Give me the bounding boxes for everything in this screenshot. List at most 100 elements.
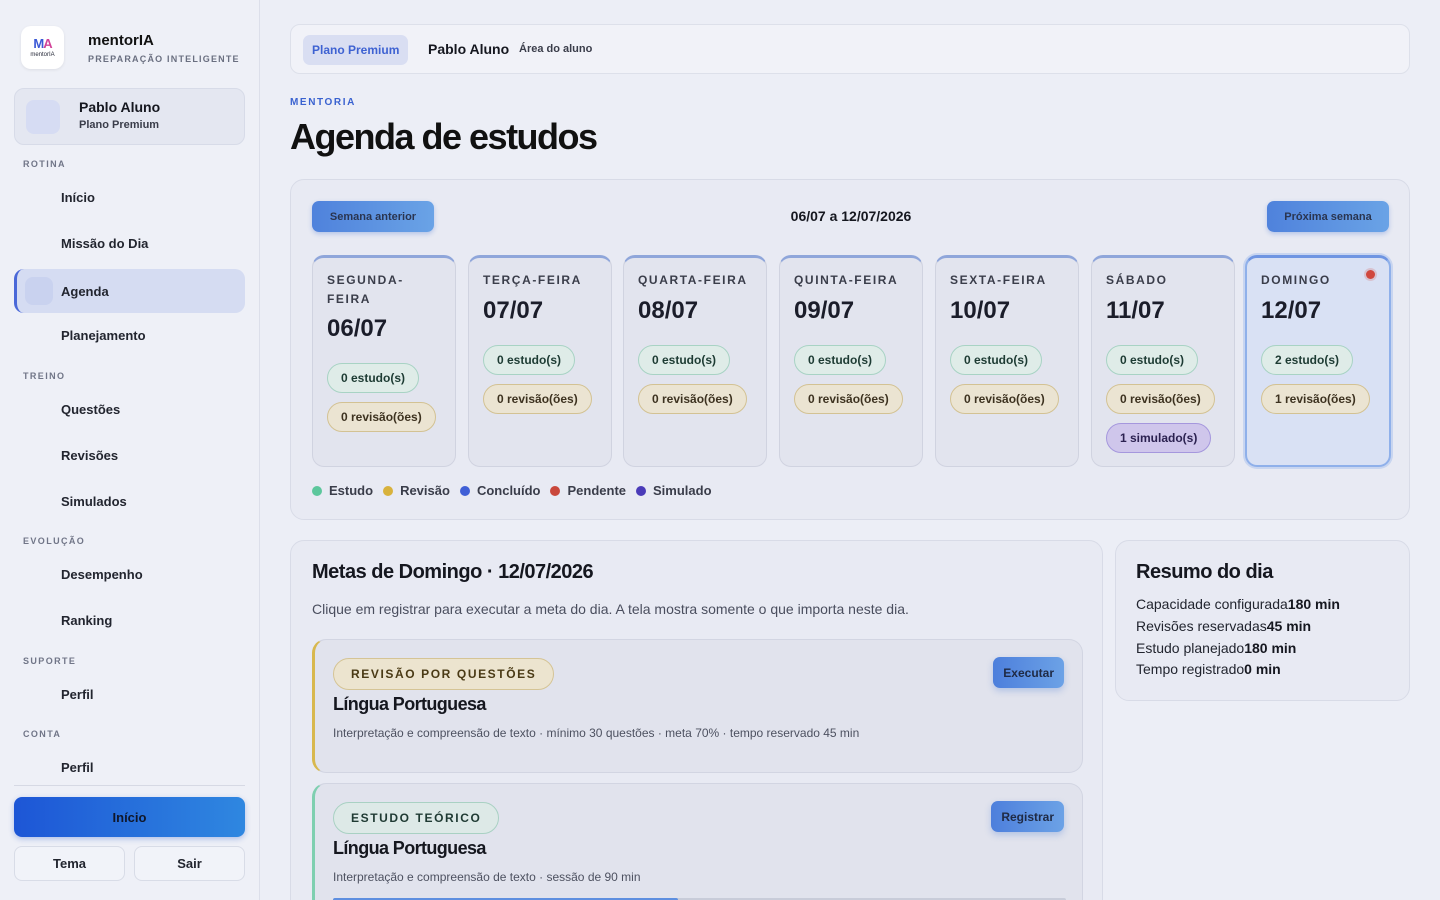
sidebar-item-perfil-conta[interactable]: Perfil <box>14 745 245 789</box>
sidebar-item-ranking[interactable]: Ranking <box>14 598 245 642</box>
review-count-badge: 1 revisão(ões) <box>1261 384 1370 414</box>
legend-item-estudo: Estudo <box>312 483 373 498</box>
simulado-count-badge: 1 simulado(s) <box>1106 423 1212 453</box>
theme-button[interactable]: Tema <box>14 846 125 881</box>
topbar-area-label: Área do aluno <box>519 43 593 55</box>
goal-detail: Interpretação e compreensão de texto · s… <box>333 870 641 884</box>
section-label-evolucao: EVOLUÇÃO <box>23 536 86 546</box>
review-count-badge: 0 revisão(ões) <box>327 402 436 432</box>
topbar: Plano Premium Pablo Aluno Área do aluno <box>290 24 1410 74</box>
brand-logo-icon: MA mentorIA <box>21 26 64 69</box>
plan-chip[interactable]: Plano Premium <box>303 35 409 65</box>
sidebar-item-simulados[interactable]: Simulados <box>14 479 245 523</box>
day-date: 08/07 <box>638 297 699 324</box>
legend-dot-icon <box>312 485 322 496</box>
study-count-badge: 0 estudo(s) <box>1106 345 1199 375</box>
summary-row-reviews: Revisões reservadas45 min <box>1136 618 1312 634</box>
review-count-badge: 0 revisão(ões) <box>794 384 903 414</box>
week-range: 06/07 a 12/07/2026 <box>790 208 912 224</box>
brand-subtitle: PREPARAÇÃO INTELIGENTE <box>88 53 240 64</box>
sidebar-item-agenda[interactable]: Agenda <box>14 269 245 313</box>
day-date: 06/07 <box>327 315 388 342</box>
day-name: DOMINGO <box>1261 273 1331 287</box>
section-label-conta: CONTA <box>23 729 62 739</box>
legend-item-simulado: Simulado <box>636 483 712 498</box>
legend-dot-icon <box>636 485 646 496</box>
goal-type-badge: ESTUDO TEÓRICO <box>333 802 500 834</box>
goal-card-estudo: ESTUDO TEÓRICO Língua Portuguesa Interpr… <box>312 783 1083 900</box>
sidebar-item-planejamento[interactable]: Planejamento <box>14 313 245 357</box>
sidebar-item-inicio[interactable]: Início <box>14 175 245 219</box>
legend-dot-icon <box>459 485 470 496</box>
goals-description: Clique em registrar para executar a meta… <box>312 601 909 617</box>
sidebar-item-label: Agenda <box>61 283 109 299</box>
summary-title: Resumo do dia <box>1136 561 1273 583</box>
day-card-wednesday[interactable]: QUARTA-FEIRA 08/07 0 estudo(s) 0 revisão… <box>623 255 767 467</box>
review-count-badge: 0 revisão(ões) <box>950 384 1059 414</box>
day-name: TERÇA-FEIRA <box>483 273 582 287</box>
day-date: 12/07 <box>1261 297 1322 324</box>
logout-button[interactable]: Sair <box>134 846 245 881</box>
legend-item-revisao: Revisão <box>383 483 450 498</box>
legend-item-concluido: Concluído <box>459 483 540 498</box>
week-panel: Semana anterior 06/07 a 12/07/2026 Próxi… <box>290 179 1410 520</box>
sidebar-item-missao-do-dia[interactable]: Missão do Dia <box>14 221 245 265</box>
day-card-thursday[interactable]: QUINTA-FEIRA 09/07 0 estudo(s) 0 revisão… <box>779 255 923 467</box>
topbar-user-name: Pablo Aluno <box>428 41 510 57</box>
study-count-badge: 0 estudo(s) <box>638 345 731 375</box>
day-card-sunday[interactable]: DOMINGO 12/07 2 estudo(s) 1 revisão(ões) <box>1245 255 1391 467</box>
day-name: SEGUNDA-FEIRA <box>327 273 404 306</box>
avatar <box>26 100 60 134</box>
day-date: 11/07 <box>1106 297 1165 324</box>
section-label-rotina: ROTINA <box>23 159 66 169</box>
day-name: SÁBADO <box>1106 273 1168 287</box>
user-card[interactable]: Pablo Aluno Plano Premium <box>14 88 245 145</box>
study-count-badge: 0 estudo(s) <box>950 345 1043 375</box>
goal-subject: Língua Portuguesa <box>333 838 486 858</box>
goal-type-badge: REVISÃO POR QUESTÕES <box>333 658 555 690</box>
goal-detail: Interpretação e compreensão de texto · m… <box>333 726 860 740</box>
goal-card-revisao: REVISÃO POR QUESTÕES Língua Portuguesa I… <box>312 639 1083 773</box>
summary-row-capacity: Capacidade configurada180 min <box>1136 596 1340 612</box>
day-card-saturday[interactable]: SÁBADO 11/07 0 estudo(s) 0 revisão(ões) … <box>1091 255 1235 467</box>
day-date: 07/07 <box>483 297 544 324</box>
study-count-badge: 2 estudo(s) <box>1261 345 1354 375</box>
section-label-suporte: SUPORTE <box>23 656 77 666</box>
inicio-button[interactable]: Início <box>14 797 245 837</box>
legend-dot-icon <box>550 485 561 496</box>
day-name: QUARTA-FEIRA <box>638 273 748 287</box>
register-button[interactable]: Registrar <box>991 801 1064 832</box>
goals-title: Metas de Domingo · 12/07/2026 <box>312 561 594 583</box>
sidebar: MA mentorIA mentorIA PREPARAÇÃO INTELIGE… <box>0 0 260 900</box>
sidebar-item-desempenho[interactable]: Desempenho <box>14 552 245 596</box>
day-card-monday[interactable]: SEGUNDA-FEIRA 06/07 0 estudo(s) 0 revisã… <box>312 255 456 467</box>
next-week-button[interactable]: Próxima semana <box>1267 201 1389 232</box>
day-card-friday[interactable]: SEXTA-FEIRA 10/07 0 estudo(s) 0 revisão(… <box>935 255 1079 467</box>
legend: Estudo Revisão Concluído Pendente Simula… <box>312 483 722 498</box>
brand[interactable]: MA mentorIA mentorIA PREPARAÇÃO INTELIGE… <box>21 26 240 69</box>
study-count-badge: 0 estudo(s) <box>794 345 887 375</box>
study-count-badge: 0 estudo(s) <box>483 345 576 375</box>
goal-subject: Língua Portuguesa <box>333 694 486 714</box>
user-name: Pablo Aluno <box>79 99 161 115</box>
execute-button[interactable]: Executar <box>993 657 1064 688</box>
section-label-treino: TREINO <box>23 371 66 381</box>
day-card-tuesday[interactable]: TERÇA-FEIRA 07/07 0 estudo(s) 0 revisão(… <box>468 255 612 467</box>
day-date: 09/07 <box>794 297 855 324</box>
page-title: Agenda de estudos <box>290 116 598 157</box>
study-count-badge: 0 estudo(s) <box>327 363 420 393</box>
summary-row-study: Estudo planejado180 min <box>1136 640 1297 656</box>
sidebar-item-perfil-suporte[interactable]: Perfil <box>14 672 245 716</box>
day-name: SEXTA-FEIRA <box>950 273 1047 287</box>
summary-panel: Resumo do dia Capacidade configurada180 … <box>1115 540 1410 701</box>
brand-name: mentorIA <box>88 31 154 49</box>
sidebar-item-revisoes[interactable]: Revisões <box>14 433 245 477</box>
review-count-badge: 0 revisão(ões) <box>638 384 747 414</box>
sidebar-divider <box>14 785 245 786</box>
page-kicker: MENTORIA <box>290 97 356 108</box>
user-plan: Plano Premium <box>79 119 160 131</box>
summary-row-logged: Tempo registrado0 min <box>1136 661 1281 677</box>
review-count-badge: 0 revisão(ões) <box>1106 384 1215 414</box>
legend-item-pendente: Pendente <box>550 483 626 498</box>
sidebar-item-questoes[interactable]: Questões <box>14 387 245 431</box>
